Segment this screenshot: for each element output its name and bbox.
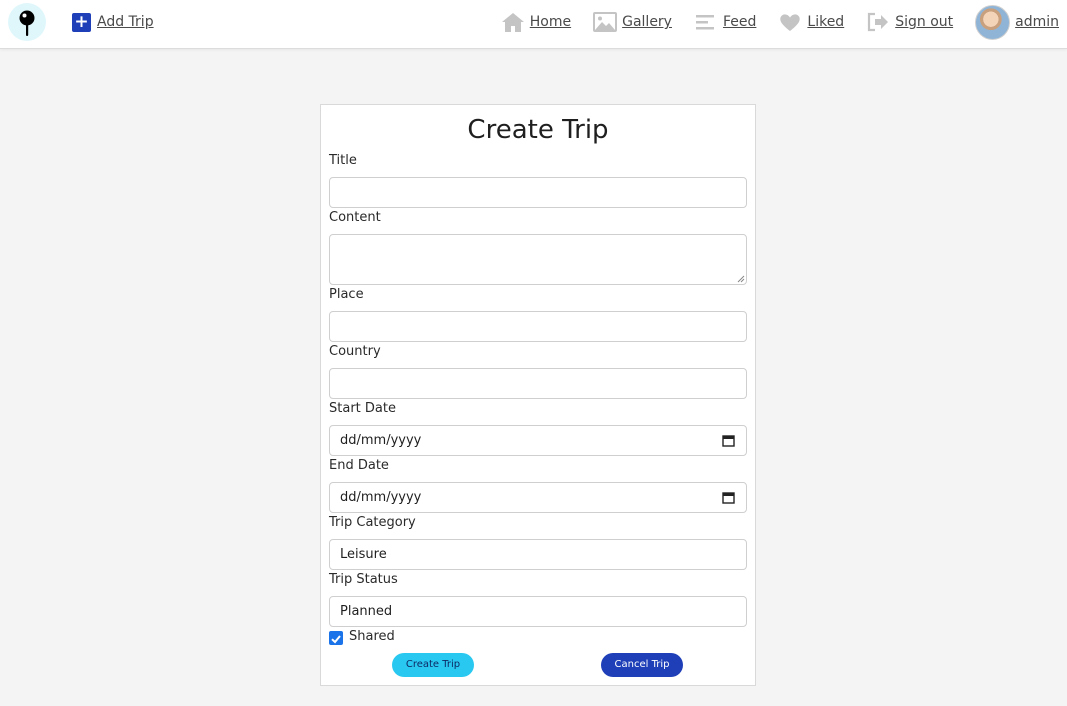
feed-icon — [695, 15, 714, 30]
gallery-icon — [593, 12, 618, 32]
content-textarea[interactable] — [329, 234, 747, 285]
content-label: Content — [329, 210, 381, 225]
place-input[interactable] — [329, 311, 747, 342]
trip-category-input[interactable]: Leisure — [329, 539, 747, 570]
home-icon — [501, 13, 524, 32]
nav-feed[interactable]: Feed — [694, 11, 756, 33]
shared-checkbox[interactable] — [329, 631, 343, 645]
calendar-icon[interactable] — [722, 491, 735, 504]
nav-liked[interactable]: Liked — [778, 11, 844, 33]
nav-liked-label: Liked — [807, 14, 845, 30]
nav-home[interactable]: Home — [501, 11, 571, 33]
title-input[interactable] — [329, 177, 747, 208]
heart-icon — [780, 14, 801, 31]
plus-icon: + — [72, 12, 91, 32]
resize-grip-icon[interactable] — [737, 275, 745, 283]
user-name: admin — [1015, 14, 1059, 30]
trip-status-input[interactable]: Planned — [329, 596, 747, 627]
start-date-input[interactable]: dd/mm/yyyy — [329, 425, 747, 456]
trip-status-label: Trip Status — [329, 572, 398, 587]
start-date-label: Start Date — [329, 401, 396, 416]
pin-logo-icon[interactable] — [8, 3, 46, 41]
nav-sign-out[interactable]: Sign out — [866, 11, 953, 33]
title-label: Title — [329, 153, 357, 168]
sign-out-icon — [868, 12, 889, 32]
nav-links: Home Gallery Feed Liked Sign out admin — [501, 0, 1059, 44]
top-navbar: + Add Trip Home Gallery Feed Liked Sign … — [0, 0, 1067, 49]
nav-user[interactable]: admin — [975, 4, 1059, 40]
add-trip-label: Add Trip — [97, 14, 154, 30]
calendar-icon[interactable] — [722, 434, 735, 447]
checkmark-icon — [331, 635, 341, 644]
end-date-input[interactable]: dd/mm/yyyy — [329, 482, 747, 513]
avatar — [975, 4, 1011, 40]
page-title: Create Trip — [467, 115, 609, 145]
cancel-trip-button[interactable]: Cancel Trip — [601, 653, 683, 677]
shared-label: Shared — [349, 629, 395, 644]
country-label: Country — [329, 344, 381, 359]
create-trip-form: Create Trip Title Content Place Country … — [320, 104, 756, 686]
trip-category-label: Trip Category — [329, 515, 416, 530]
add-trip-link[interactable]: + Add Trip — [72, 12, 154, 32]
start-date-placeholder: dd/mm/yyyy — [340, 433, 422, 448]
country-input[interactable] — [329, 368, 747, 399]
nav-feed-label: Feed — [722, 14, 757, 30]
end-date-label: End Date — [329, 458, 389, 473]
nav-gallery[interactable]: Gallery — [593, 11, 672, 33]
create-trip-button[interactable]: Create Trip — [392, 653, 474, 677]
nav-sign-out-label: Sign out — [895, 14, 954, 30]
nav-home-label: Home — [529, 14, 572, 30]
end-date-placeholder: dd/mm/yyyy — [340, 490, 422, 505]
nav-gallery-label: Gallery — [622, 14, 672, 30]
place-label: Place — [329, 287, 364, 302]
